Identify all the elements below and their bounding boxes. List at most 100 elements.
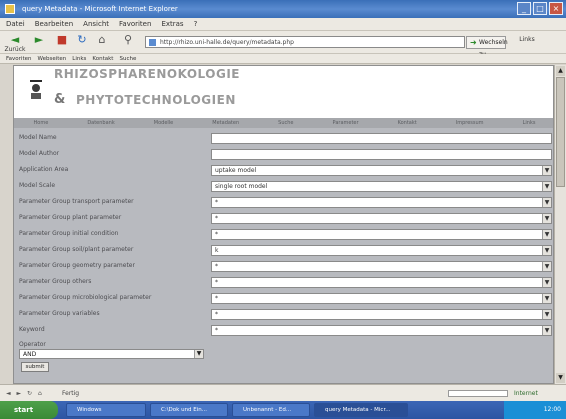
site-title-top: RHIZOSPHARENOKOLOGIE [54, 67, 240, 81]
menu-bar: Datei Bearbeiten Ansicht Favoriten Extra… [0, 18, 566, 31]
menu-item-datei[interactable]: Datei [6, 18, 25, 30]
scroll-up-icon[interactable]: ▲ [556, 66, 565, 76]
site-logo-icon [30, 80, 42, 100]
submit-button[interactable]: submit [21, 362, 49, 372]
chevron-down-icon[interactable]: ▼ [542, 278, 551, 287]
chevron-down-icon[interactable]: ▼ [542, 246, 551, 255]
home-icon: ⌂ [98, 33, 106, 46]
chevron-down-icon[interactable]: ▼ [542, 230, 551, 239]
field-label: Parameter Group variables [19, 310, 100, 317]
field-label: Model Scale [19, 182, 56, 189]
page-viewport: RHIZOSPHARENOKOLOGIE & PHYTOTECHNOLOGIEN… [13, 65, 554, 384]
stop-icon: ■ [56, 33, 68, 46]
variables-select[interactable]: * ▼ [211, 309, 552, 320]
nav-item[interactable]: Links [523, 118, 536, 128]
chevron-down-icon[interactable]: ▼ [542, 182, 551, 191]
page-icon [149, 39, 156, 46]
field-label: Parameter Group plant parameter [19, 214, 122, 221]
initial-condition-select[interactable]: * ▼ [211, 229, 552, 240]
nav-item[interactable]: Kontakt [398, 118, 417, 128]
start-button[interactable]: start [0, 401, 58, 419]
address-text: http://rhizo.uni-halle.de/query/metadata… [160, 39, 294, 46]
form-row: Keyword * ▼ [14, 322, 553, 338]
chevron-down-icon[interactable]: ▼ [542, 214, 551, 223]
links-bar: Favoriten Webseiten Links Kontakt Suche [0, 54, 566, 64]
clock: 12:00 [543, 406, 561, 413]
minimize-button[interactable]: _ [517, 2, 531, 15]
field-label: Keyword [19, 326, 45, 333]
scrollbar-thumb[interactable] [556, 77, 565, 187]
ie-icon [5, 4, 15, 14]
site-title-amp: & [54, 92, 66, 107]
links-button[interactable]: Links [512, 36, 542, 43]
site-header: RHIZOSPHARENOKOLOGIE & PHYTOTECHNOLOGIEN [14, 66, 553, 118]
chevron-down-icon[interactable]: ▼ [542, 310, 551, 319]
chevron-down-icon[interactable]: ▼ [542, 198, 551, 207]
search-icon: ⚲ [123, 33, 133, 46]
go-arrow-icon: ➜ [470, 38, 477, 47]
forward-button[interactable]: ► [30, 33, 48, 46]
nav-item[interactable]: Metadaten [212, 118, 239, 128]
stop-button[interactable]: ■ [54, 33, 70, 46]
link-item[interactable]: Favoriten [6, 54, 31, 63]
taskbar-item[interactable]: C:\Dok und Ein... [150, 403, 228, 417]
plant-parameter-select[interactable]: * ▼ [211, 213, 552, 224]
operator-select[interactable]: AND ▼ [19, 349, 204, 359]
form-row: Parameter Group variables * ▼ [14, 306, 553, 322]
menu-item-extras[interactable]: Extras [161, 18, 183, 30]
reload-button[interactable]: ↻ [74, 33, 90, 46]
chevron-down-icon[interactable]: ▼ [542, 166, 551, 175]
nav-item[interactable]: Impressum [456, 118, 484, 128]
nav-item[interactable]: Modelle [154, 118, 173, 128]
scroll-down-icon[interactable]: ▼ [556, 373, 565, 383]
chevron-down-icon[interactable]: ▼ [542, 262, 551, 271]
taskbar: start Windows C:\Dok und Ein... Unbenann… [0, 401, 566, 419]
home-button[interactable]: ⌂ [94, 33, 110, 46]
chevron-down-icon[interactable]: ▼ [194, 350, 203, 358]
close-button[interactable]: × [549, 2, 563, 15]
field-label: Parameter Group initial condition [19, 230, 119, 237]
nav-item[interactable]: Suche [278, 118, 293, 128]
back-arrow-icon: ◄ [10, 33, 20, 46]
nav-item[interactable]: Parameter [333, 118, 359, 128]
status-bar: ◄ ► ↻ ⌂ Fertig Internet [0, 384, 566, 401]
model-name-input[interactable] [211, 133, 552, 144]
taskbar-item[interactable]: Unbenannt - Ed... [232, 403, 310, 417]
link-item[interactable]: Links [72, 54, 86, 63]
progress-bar [448, 390, 508, 397]
microbiological-parameter-select[interactable]: * ▼ [211, 293, 552, 304]
transport-parameter-select[interactable]: * ▼ [211, 197, 552, 208]
form-row: Parameter Group geometry parameter * ▼ [14, 258, 553, 274]
form-row: Model Scale single root model ▼ [14, 178, 553, 194]
back-button[interactable]: ◄ Zurück [4, 33, 26, 53]
metadata-query-form: Model Name Model Author Application Area… [14, 128, 553, 383]
chevron-down-icon[interactable]: ▼ [542, 294, 551, 303]
nav-item[interactable]: Datenbank [87, 118, 114, 128]
go-button[interactable]: ➜ Wechseln zu [466, 36, 508, 58]
chevron-down-icon[interactable]: ▼ [542, 326, 551, 335]
field-label: Parameter Group microbiological paramete… [19, 294, 152, 301]
model-scale-select[interactable]: single root model ▼ [211, 181, 552, 192]
field-label: Parameter Group transport parameter [19, 198, 134, 205]
address-bar[interactable]: http://rhizo.uni-halle.de/query/metadata… [145, 36, 465, 48]
forward-arrow-icon: ► [34, 33, 44, 46]
application-area-select[interactable]: uptake model ▼ [211, 165, 552, 176]
keyword-select[interactable]: * ▼ [211, 325, 552, 336]
link-item[interactable]: Webseiten [37, 54, 66, 63]
soil-plant-parameter-select[interactable]: k ▼ [211, 245, 552, 256]
taskbar-item[interactable]: Windows [66, 403, 146, 417]
menu-item-ansicht[interactable]: Ansicht [83, 18, 109, 30]
menu-item-bearbeiten[interactable]: Bearbeiten [35, 18, 73, 30]
others-select[interactable]: * ▼ [211, 277, 552, 288]
search-button[interactable]: ⚲ [116, 33, 140, 46]
maximize-button[interactable]: □ [533, 2, 547, 15]
taskbar-item-active[interactable]: query Metadata - Micr... [314, 403, 408, 417]
link-item[interactable]: Suche [119, 54, 136, 63]
link-item[interactable]: Kontakt [92, 54, 113, 63]
geometry-parameter-select[interactable]: * ▼ [211, 261, 552, 272]
menu-item-help[interactable]: ? [194, 18, 198, 30]
vertical-scrollbar[interactable]: ▲ ▼ [554, 65, 566, 384]
menu-item-favoriten[interactable]: Favoriten [119, 18, 151, 30]
nav-item[interactable]: Home [34, 118, 49, 128]
model-author-input[interactable] [211, 149, 552, 160]
